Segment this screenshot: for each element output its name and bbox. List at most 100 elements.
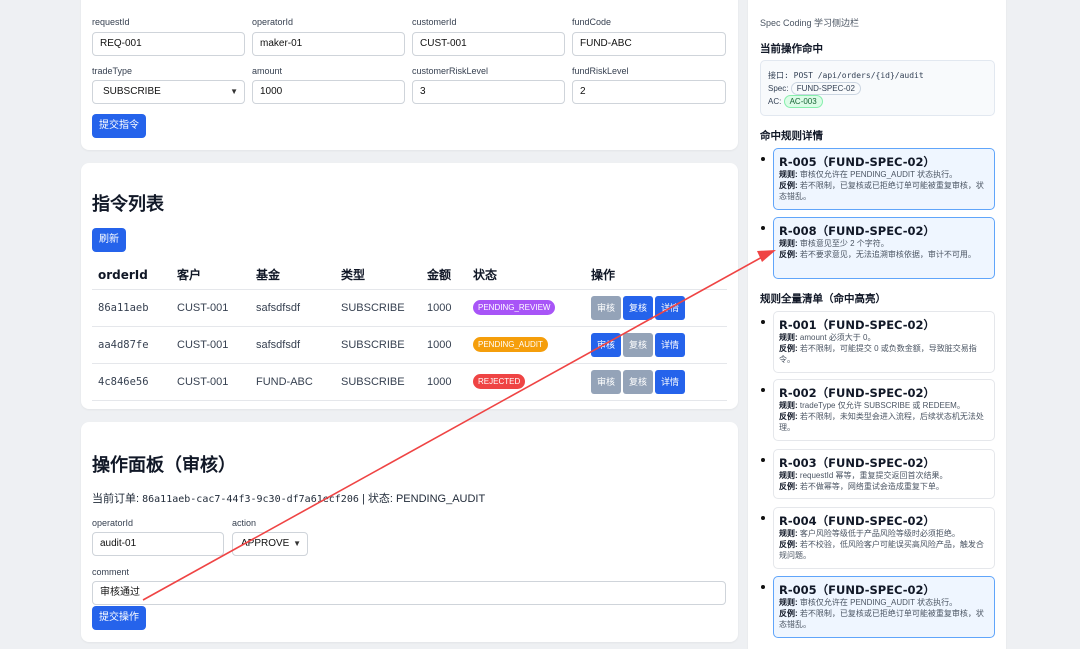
fund-cell: safsdfsdf — [250, 289, 335, 327]
ac-line: AC: AC-003 — [768, 95, 987, 108]
counter-desc: 若不校验，低风险客户可能误买高风险产品，触发合规问题。 — [779, 540, 984, 560]
current-order-status: | 状态: PENDING_AUDIT — [361, 493, 486, 505]
action-label: action — [232, 518, 257, 528]
counter-desc: 若不限制，已复核或已拒绝订单可能被重复审核，状态错乱。 — [779, 181, 984, 201]
operator-id-label: operatorId — [252, 17, 294, 27]
column-header: 金额 — [421, 261, 467, 290]
customer-id-label: customerId — [412, 17, 457, 27]
orders-table: orderId 客户 基金 类型 金额 状态 操作 86a11aeb CUST-… — [92, 261, 727, 401]
fund-code-label: fundCode — [572, 17, 612, 27]
rule-text: 规则: 审核意见至少 2 个字符。 — [779, 238, 989, 249]
ac-label: AC: — [768, 97, 782, 106]
order-id-cell: 4c846e56 — [92, 363, 171, 401]
amount-cell: 1000 — [421, 289, 467, 327]
counter-prefix: 反例: — [779, 482, 798, 491]
details-button[interactable]: 详情 — [655, 369, 686, 394]
rule-desc: 审核仅允许在 PENDING_AUDIT 状态执行。 — [799, 170, 958, 179]
submit-order-button[interactable]: 提交指令 — [92, 114, 146, 138]
audit-button[interactable]: 审核 — [591, 332, 622, 357]
status-badge: PENDING_AUDIT — [473, 337, 548, 352]
current-order-prefix: 当前订单: — [92, 493, 140, 505]
rule-text: 规则: 审核仅允许在 PENDING_AUDIT 状态执行。 — [779, 597, 989, 608]
fund-code-input[interactable]: FUND-ABC — [572, 32, 726, 56]
fund-cell: safsdfsdf — [250, 326, 335, 364]
fund-risk-level-input[interactable]: 2 — [572, 80, 726, 104]
customer-cell: CUST-001 — [171, 363, 250, 401]
comment-input[interactable]: 审核通过 — [92, 581, 726, 605]
customer-cell: CUST-001 — [171, 289, 250, 327]
sidebar-subtitle: Spec Coding 学习侧边栏 — [760, 18, 860, 28]
actions-cell: 审核 复核 详情 — [585, 289, 727, 327]
api-line: 接口: POST /api/orders/{id}/audit — [768, 71, 924, 80]
type-cell: SUBSCRIBE — [335, 326, 421, 364]
bullet-icon — [761, 388, 765, 392]
counter-text: 反例: 若不做幂等，网络重试会造成重复下单。 — [779, 481, 989, 492]
hit-rule-card: R-005（FUND-SPEC-02） 规则: 审核仅允许在 PENDING_A… — [761, 148, 995, 210]
spec-label: Spec: — [768, 84, 789, 93]
table-header-row: orderId 客户 基金 类型 金额 状态 操作 — [92, 261, 727, 290]
rule-card-highlighted: R-005（FUND-SPEC-02） 规则: 审核仅允许在 PENDING_A… — [761, 576, 995, 638]
operator-id-input[interactable]: maker-01 — [252, 32, 405, 56]
refresh-button[interactable]: 刷新 — [92, 228, 126, 252]
details-button[interactable]: 详情 — [655, 295, 686, 320]
chevron-down-icon: ▼ — [293, 539, 301, 548]
audit-button[interactable]: 审核 — [591, 295, 622, 320]
details-button[interactable]: 详情 — [655, 332, 686, 357]
submit-operation-button[interactable]: 提交操作 — [92, 606, 146, 630]
rule-text: 规则: tradeType 仅允许 SUBSCRIBE 或 REDEEM。 — [779, 400, 989, 411]
trade-type-select[interactable]: SUBSCRIBE ▼ — [92, 80, 245, 104]
action-value: APPROVE — [241, 538, 290, 549]
rule-title: R-001（FUND-SPEC-02） — [779, 318, 936, 332]
customer-risk-level-label: customerRiskLevel — [412, 66, 489, 76]
panel-operator-input[interactable]: audit-01 — [92, 532, 224, 556]
panel-title: 操作面板（审核） — [92, 455, 236, 476]
customer-id-input[interactable]: CUST-001 — [412, 32, 565, 56]
trade-type-value: SUBSCRIBE — [103, 86, 161, 97]
order-list-card: 指令列表 刷新 orderId 客户 基金 类型 金额 状态 操作 86a11a… — [81, 163, 738, 409]
rule-title: R-003（FUND-SPEC-02） — [779, 456, 936, 470]
current-hit-heading: 当前操作命中 — [760, 43, 823, 55]
amount-cell: 1000 — [421, 363, 467, 401]
action-select[interactable]: APPROVE ▼ — [232, 532, 308, 556]
customer-cell: CUST-001 — [171, 326, 250, 364]
actions-cell: 审核 复核 详情 — [585, 326, 727, 364]
rule-title: R-004（FUND-SPEC-02） — [779, 514, 936, 528]
audit-button[interactable]: 审核 — [591, 369, 622, 394]
rule-title: R-005（FUND-SPEC-02） — [779, 155, 936, 169]
review-button[interactable]: 复核 — [623, 332, 654, 357]
counter-prefix: 反例: — [779, 609, 798, 618]
operation-panel-card: 操作面板（审核） 当前订单: 86a11aeb-cac7-44f3-9c30-d… — [81, 422, 738, 642]
rule-title: R-002（FUND-SPEC-02） — [779, 386, 936, 400]
request-id-label: requestId — [92, 17, 130, 27]
amount-input[interactable]: 1000 — [252, 80, 405, 104]
request-id-input[interactable]: REQ-001 — [92, 32, 245, 56]
create-order-card: requestId REQ-001 operatorId maker-01 cu… — [81, 0, 738, 150]
all-rules-heading: 规则全量清单（命中高亮） — [760, 293, 886, 305]
rule-desc: requestId 幂等，重复提交返回首次结果。 — [799, 471, 948, 480]
counter-text: 反例: 若不限制，未知类型会进入流程，后续状态机无法处理。 — [779, 411, 989, 433]
rule-prefix: 规则: — [779, 401, 798, 410]
table-row: aa4d87fe CUST-001 safsdfsdf SUBSCRIBE 10… — [92, 326, 727, 364]
rule-prefix: 规则: — [779, 170, 798, 179]
review-button[interactable]: 复核 — [623, 369, 654, 394]
status-cell: PENDING_AUDIT — [467, 326, 585, 364]
review-button[interactable]: 复核 — [623, 295, 654, 320]
table-row: 4c846e56 CUST-001 FUND-ABC SUBSCRIBE 100… — [92, 363, 727, 401]
order-id-cell: 86a11aeb — [92, 289, 171, 327]
rule-desc: amount 必须大于 0。 — [799, 333, 876, 342]
customer-risk-level-input[interactable]: 3 — [412, 80, 565, 104]
rule-card: R-001（FUND-SPEC-02） 规则: amount 必须大于 0。 反… — [761, 311, 995, 373]
counter-prefix: 反例: — [779, 412, 798, 421]
rule-prefix: 规则: — [779, 598, 798, 607]
counter-desc: 若不要求意见，无法追溯审核依据，审计不可用。 — [799, 250, 976, 259]
order-list-title: 指令列表 — [92, 194, 164, 215]
bullet-icon — [761, 226, 765, 230]
status-cell: PENDING_REVIEW — [467, 289, 585, 327]
column-header: 操作 — [585, 261, 727, 290]
spec-pill: FUND-SPEC-02 — [790, 82, 861, 95]
counter-text: 反例: 若不限制，可能提交 0 或负数金额，导致脏交易指令。 — [779, 343, 989, 365]
type-cell: SUBSCRIBE — [335, 289, 421, 327]
rule-card: R-003（FUND-SPEC-02） 规则: requestId 幂等，重复提… — [761, 449, 995, 499]
column-header: 状态 — [467, 261, 585, 290]
order-id-cell: aa4d87fe — [92, 326, 171, 364]
